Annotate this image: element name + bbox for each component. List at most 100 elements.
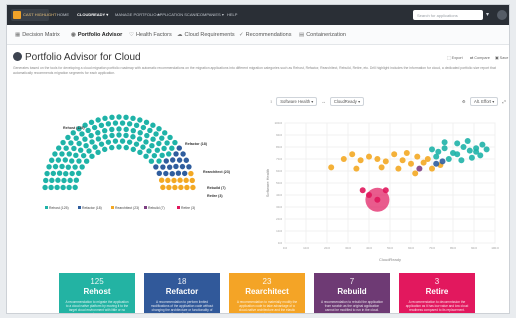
donut-dot[interactable] — [166, 151, 172, 157]
donut-dot[interactable] — [98, 122, 105, 129]
user-avatar[interactable] — [497, 10, 507, 20]
scatter-point[interactable] — [429, 165, 435, 172]
scatter-point[interactable] — [458, 157, 465, 164]
donut-dot[interactable] — [83, 142, 89, 149]
tab-recommendations[interactable]: ✓ Recommendations — [239, 32, 291, 38]
scatter-point[interactable] — [464, 138, 471, 144]
scatter-point[interactable] — [483, 146, 490, 153]
scatter-point[interactable] — [454, 140, 461, 147]
donut-dot[interactable] — [140, 124, 147, 131]
tab-portfolio-advisor[interactable]: ◉ Portfolio Advisor — [71, 32, 122, 38]
donut-dot[interactable] — [140, 144, 146, 150]
donut-dot[interactable] — [178, 184, 184, 191]
donut-dot[interactable] — [146, 148, 152, 154]
donut-dot[interactable] — [153, 164, 159, 170]
donut-dot[interactable] — [144, 132, 150, 139]
donut-dot[interactable] — [123, 126, 129, 133]
donut-dot[interactable] — [130, 146, 136, 153]
donut-dot[interactable] — [176, 145, 182, 151]
export-button[interactable]: ⬚ Export — [447, 55, 463, 60]
donut-dot[interactable] — [44, 170, 50, 177]
donut-dot[interactable] — [85, 127, 91, 134]
donut-dot[interactable] — [77, 147, 84, 153]
donut-dot[interactable] — [169, 157, 176, 163]
donut-dot[interactable] — [95, 130, 101, 136]
donut-dot[interactable] — [160, 184, 166, 191]
donut-dot[interactable] — [180, 151, 186, 157]
scatter-point[interactable] — [445, 156, 452, 162]
scatter-point[interactable] — [412, 170, 419, 177]
donut-dot[interactable] — [169, 170, 175, 177]
donut-dot[interactable] — [179, 163, 186, 170]
donut-dot[interactable] — [171, 177, 177, 184]
scatter-point[interactable] — [414, 153, 421, 160]
scatter-point[interactable] — [441, 139, 448, 146]
effort-select[interactable]: Alt. Effort ▾ — [469, 97, 499, 106]
donut-dot[interactable] — [105, 139, 112, 145]
settings-icon[interactable]: ⚙ — [462, 99, 466, 104]
donut-dot[interactable] — [188, 170, 194, 177]
scatter-point[interactable] — [391, 151, 398, 158]
donut-dot[interactable] — [86, 148, 92, 154]
scatter-point[interactable] — [395, 165, 402, 172]
scatter-point[interactable] — [468, 154, 475, 161]
donut-dot[interactable] — [116, 114, 122, 120]
donut-dot[interactable] — [102, 127, 108, 134]
donut-dot[interactable] — [183, 177, 189, 184]
donut-dot[interactable] — [183, 157, 190, 163]
donut-dot[interactable] — [60, 184, 66, 191]
legend-label[interactable]: Rebuild (7) — [148, 206, 165, 210]
donut-dot[interactable] — [76, 170, 82, 177]
donut-dot[interactable] — [83, 158, 90, 164]
donut-dot[interactable] — [150, 122, 156, 128]
donut-dot[interactable] — [52, 151, 58, 157]
nav-companies[interactable]: COMPANIES ▾ — [197, 12, 224, 17]
donut-dot[interactable] — [73, 177, 80, 183]
fullscreen-icon[interactable]: ⤢ — [503, 99, 506, 104]
donut-dot[interactable] — [69, 158, 75, 164]
scatter-point[interactable] — [382, 187, 389, 194]
scatter-point[interactable] — [366, 192, 372, 198]
scatter-point[interactable] — [473, 145, 480, 152]
scatter-point[interactable] — [466, 147, 473, 154]
donut-dot[interactable] — [123, 132, 129, 139]
donut-dot[interactable] — [126, 139, 133, 145]
donut-dot[interactable] — [89, 139, 95, 145]
donut-dot[interactable] — [56, 145, 62, 151]
tab-containerization[interactable]: ▤ Containerization — [299, 32, 346, 38]
donut-dot[interactable] — [43, 177, 49, 184]
donut-dot[interactable] — [133, 141, 140, 147]
donut-dot[interactable] — [79, 131, 85, 137]
search-input[interactable]: Search for applications — [413, 10, 483, 20]
donut-dot[interactable] — [181, 170, 188, 177]
card-rebuild[interactable]: 7 Rebuild A recommendation to rebuild the … — [314, 273, 390, 313]
scatter-point[interactable] — [441, 145, 448, 152]
scatter-point[interactable] — [374, 196, 381, 203]
card-rearchitect[interactable]: 23 Rearchitect A recommendation to materia… — [229, 273, 305, 313]
donut-dot[interactable] — [137, 130, 143, 136]
scatter-point[interactable] — [357, 157, 364, 164]
donut-dot[interactable] — [88, 132, 94, 139]
donut-dot[interactable] — [147, 127, 153, 134]
donut-dot[interactable] — [69, 170, 75, 177]
donut-dot[interactable] — [67, 177, 73, 184]
donut-dot[interactable] — [130, 134, 136, 140]
donut-dot[interactable] — [130, 127, 136, 134]
donut-dot[interactable] — [116, 126, 122, 132]
donut-dot[interactable] — [76, 140, 82, 147]
donut-dot[interactable] — [42, 184, 48, 191]
donut-dot[interactable] — [116, 132, 122, 138]
donut-dot[interactable] — [49, 177, 55, 184]
donut-dot[interactable] — [151, 152, 158, 159]
donut-dot[interactable] — [95, 117, 101, 123]
donut-dot[interactable] — [163, 158, 169, 164]
filter-icon[interactable]: ▾ — [486, 11, 489, 18]
donut-dot[interactable] — [61, 177, 67, 184]
donut-dot[interactable] — [73, 152, 79, 159]
donut-dot[interactable] — [46, 164, 52, 170]
donut-dot[interactable] — [160, 164, 166, 170]
donut-dot[interactable] — [91, 124, 98, 131]
scatter-point[interactable] — [479, 141, 486, 148]
donut-dot[interactable] — [143, 153, 149, 159]
legend-label[interactable]: Rearchitect (23) — [115, 206, 139, 210]
